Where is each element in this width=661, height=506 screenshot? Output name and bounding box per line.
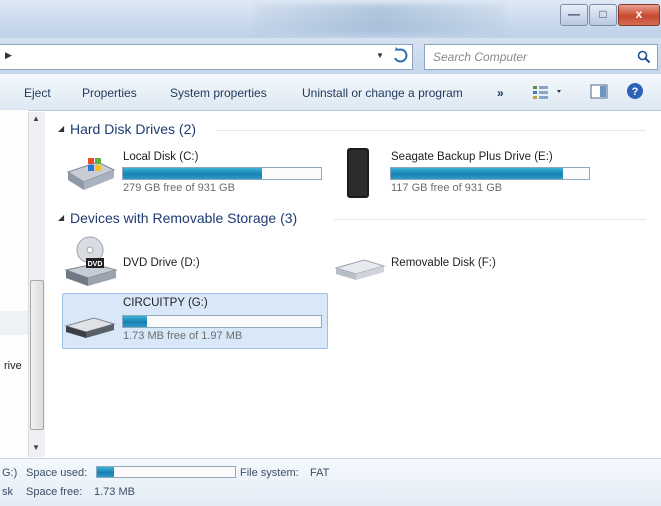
local-disk-c-usage-bar xyxy=(122,167,322,180)
scroll-down-icon[interactable]: ▼ xyxy=(32,443,40,452)
seagate-drive-e-free: 117 GB free of 931 GB xyxy=(391,182,503,194)
scrollbar-thumb[interactable] xyxy=(30,280,44,430)
nav-item-label[interactable]: rive xyxy=(4,360,22,372)
seagate-drive-e-item[interactable] xyxy=(344,146,372,200)
removable-disk-icon xyxy=(334,259,386,280)
refresh-button[interactable] xyxy=(389,44,411,68)
dvd-drive-d-name[interactable]: DVD Drive (D:) xyxy=(123,257,200,269)
circuitpy-g-icon-wrap[interactable] xyxy=(64,312,116,340)
properties-button[interactable]: Properties xyxy=(82,86,137,100)
file-system-label: File system: xyxy=(240,467,299,479)
minimize-icon: — xyxy=(568,7,580,21)
removable-disk-f-name[interactable]: Removable Disk (F:) xyxy=(391,257,496,269)
space-free-value: 1.73 MB xyxy=(94,486,135,498)
collapse-hard-disks-icon[interactable]: ◢ xyxy=(58,124,64,133)
search-placeholder: Search Computer xyxy=(433,50,528,64)
dvd-drive-d-item[interactable]: DVD xyxy=(64,236,118,288)
external-drive-icon xyxy=(347,148,369,198)
maximize-button[interactable]: □ xyxy=(589,4,617,26)
local-disk-c-item[interactable] xyxy=(64,158,116,192)
maximize-icon: □ xyxy=(599,7,607,21)
nav-item-selected[interactable] xyxy=(0,311,28,335)
circuitpy-g-usage-bar xyxy=(122,315,322,328)
scroll-up-icon[interactable]: ▲ xyxy=(32,114,40,123)
group-removable-storage[interactable]: Devices with Removable Storage (3) xyxy=(70,210,297,226)
breadcrumb-arrow-icon[interactable]: ▶ xyxy=(5,50,12,61)
navigation-pane xyxy=(0,110,28,458)
usage-fill xyxy=(97,467,114,477)
details-drive-label: G:) xyxy=(2,467,18,479)
view-icon xyxy=(533,86,561,99)
dvd-drive-icon: DVD xyxy=(64,236,118,286)
local-disk-c-free: 279 GB free of 931 GB xyxy=(123,182,235,194)
group-divider xyxy=(216,130,646,131)
change-view-button[interactable] xyxy=(530,84,566,100)
details-drive-type: sk xyxy=(2,486,13,498)
seagate-drive-e-usage-bar xyxy=(390,167,590,180)
group-divider xyxy=(334,219,646,220)
svg-text:?: ? xyxy=(632,86,639,98)
circuitpy-g-free: 1.73 MB free of 1.97 MB xyxy=(123,330,243,342)
title-bar-blur xyxy=(255,4,505,34)
usage-fill xyxy=(123,316,147,327)
minimize-button[interactable]: — xyxy=(560,4,588,26)
address-field[interactable] xyxy=(0,44,413,70)
file-system-value: FAT xyxy=(310,467,330,479)
hard-drive-icon xyxy=(66,158,116,190)
collapse-removable-icon[interactable]: ◢ xyxy=(58,213,64,222)
search-box[interactable]: Search Computer xyxy=(424,44,658,70)
system-properties-button[interactable]: System properties xyxy=(170,86,267,100)
local-disk-c-name[interactable]: Local Disk (C:) xyxy=(123,151,198,163)
space-free-label: Space free: xyxy=(26,486,83,498)
uninstall-program-button[interactable]: Uninstall or change a program xyxy=(302,86,463,100)
svg-text:DVD: DVD xyxy=(88,261,103,268)
refresh-icon xyxy=(394,47,408,63)
usage-fill xyxy=(391,168,564,179)
usage-fill xyxy=(123,168,262,179)
close-icon: x xyxy=(635,7,643,21)
circuitpy-g-name[interactable]: CIRCUITPY (G:) xyxy=(123,297,208,309)
preview-pane-icon xyxy=(590,84,608,99)
address-dropdown-icon[interactable]: ▼ xyxy=(376,51,384,60)
space-used-label: Space used: xyxy=(26,467,88,479)
close-button[interactable]: x xyxy=(618,4,660,26)
help-button[interactable]: ? xyxy=(626,82,644,100)
search-icon[interactable] xyxy=(637,50,651,64)
preview-pane-button[interactable] xyxy=(590,84,608,100)
group-hard-disk-drives[interactable]: Hard Disk Drives (2) xyxy=(70,121,196,137)
eject-button[interactable]: Eject xyxy=(24,86,51,100)
toolbar-overflow-button[interactable]: » xyxy=(497,86,504,100)
removable-disk-icon xyxy=(64,317,116,338)
removable-disk-f-item[interactable] xyxy=(334,254,386,282)
seagate-drive-e-name[interactable]: Seagate Backup Plus Drive (E:) xyxy=(391,151,553,163)
help-icon: ? xyxy=(627,83,643,99)
space-used-bar xyxy=(96,466,236,478)
